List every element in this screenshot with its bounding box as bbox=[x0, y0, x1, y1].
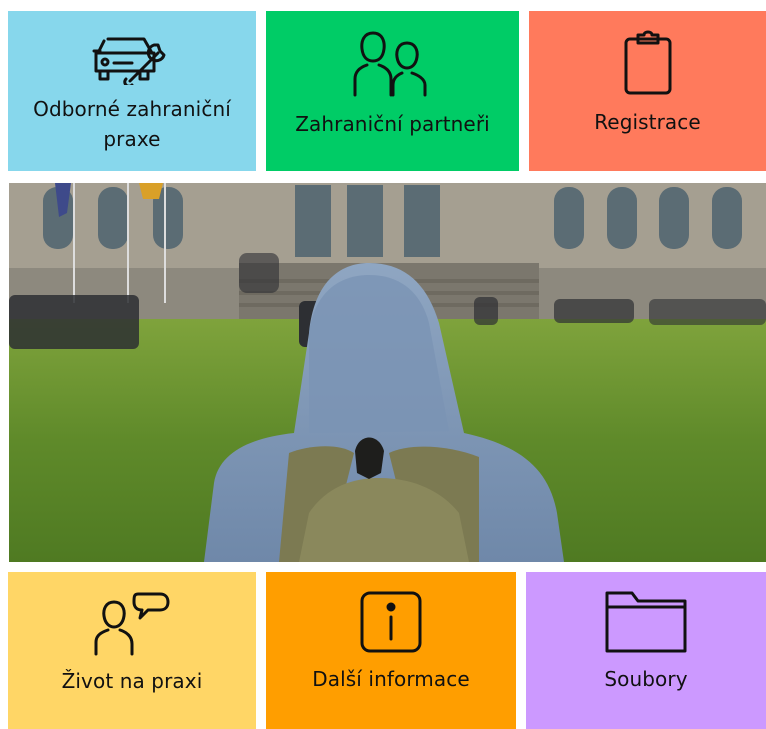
clipboard-icon bbox=[624, 30, 671, 95]
tile-label: Odborné zahraniční praxe bbox=[33, 97, 231, 151]
tile-label: Další informace bbox=[312, 667, 470, 691]
tile-label: Život na praxi bbox=[61, 669, 203, 693]
tile-label: Zahraniční partneři bbox=[295, 112, 490, 136]
info-icon bbox=[360, 591, 422, 653]
tile-label: Soubory bbox=[604, 667, 688, 691]
hero-photo bbox=[9, 183, 766, 562]
two-people-icon bbox=[353, 31, 426, 97]
car-wrench-icon bbox=[92, 37, 166, 85]
tile-soubory[interactable]: Soubory bbox=[526, 572, 766, 729]
person-speech-icon bbox=[94, 592, 170, 656]
folder-icon bbox=[605, 591, 687, 653]
tile-label: Registrace bbox=[594, 110, 701, 134]
tile-registrace[interactable]: Registrace bbox=[529, 11, 766, 171]
tile-dalsi-informace[interactable]: Další informace bbox=[266, 572, 516, 729]
tile-odborne-zahranicni-praxe[interactable]: Odborné zahraniční praxe bbox=[8, 11, 256, 171]
tile-zahranicni-partneri[interactable]: Zahraniční partneři bbox=[266, 11, 519, 171]
tile-zivot-na-praxi[interactable]: Život na praxi bbox=[8, 572, 256, 729]
